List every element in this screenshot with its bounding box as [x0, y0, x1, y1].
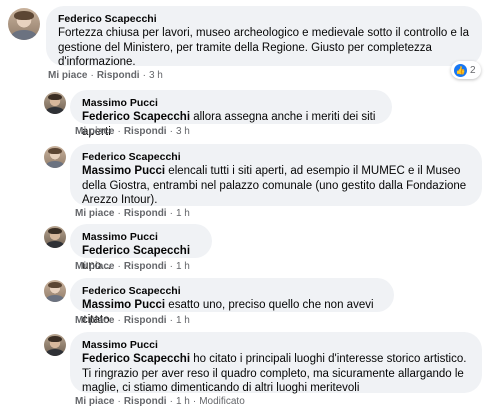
- reply-button[interactable]: Rispondi: [124, 208, 167, 219]
- thumbs-up-icon: 👍: [454, 63, 467, 77]
- comment-time[interactable]: 1 h: [176, 315, 190, 326]
- like-button[interactable]: Mi piace: [75, 261, 114, 272]
- avatar[interactable]: [44, 334, 66, 356]
- avatar[interactable]: [44, 280, 66, 302]
- mention-link[interactable]: Federico Scapecchi: [82, 353, 190, 365]
- like-button[interactable]: Mi piace: [75, 208, 114, 219]
- like-button[interactable]: Mi piace: [75, 126, 114, 137]
- comment-time[interactable]: 3 h: [149, 70, 163, 81]
- comment-author[interactable]: Federico Scapecchi: [82, 285, 382, 298]
- comment-time[interactable]: 1 h: [176, 261, 190, 272]
- comment-bubble: Massimo Pucci Federico Scapecchi ho cita…: [70, 332, 482, 396]
- comment-time[interactable]: 1 h: [176, 396, 190, 407]
- reply-button[interactable]: Rispondi: [97, 70, 140, 81]
- comment-author[interactable]: Federico Scapecchi: [82, 151, 470, 164]
- like-button[interactable]: Mi piace: [75, 396, 114, 407]
- like-button[interactable]: Mi piace: [48, 70, 87, 81]
- comment-actions: Mi piace · Rispondi · 1 h: [75, 261, 190, 272]
- mention-link[interactable]: Federico Scapecchi: [82, 245, 190, 257]
- comment-body: Fortezza chiusa per lavori, museo archeo…: [58, 27, 470, 68]
- reply-button[interactable]: Rispondi: [124, 315, 167, 326]
- comment-actions: Mi piace · Rispondi · 1 h: [75, 208, 190, 219]
- avatar[interactable]: [8, 8, 40, 40]
- comment-bubble: Federico Scapecchi Massimo Pucci esatto …: [70, 278, 394, 326]
- mention-link[interactable]: Federico Scapecchi: [82, 111, 190, 123]
- comment-text: Fortezza chiusa per lavori, museo archeo…: [58, 26, 470, 70]
- reaction-badge[interactable]: 👍 2: [451, 61, 481, 79]
- comment-author[interactable]: Massimo Pucci: [82, 97, 380, 110]
- comment-actions: Mi piace · Rispondi · 3 h: [75, 126, 190, 137]
- comment-actions: Mi piace · Rispondi · 1 h: [75, 315, 190, 326]
- like-button[interactable]: Mi piace: [75, 315, 114, 326]
- comment-time[interactable]: 3 h: [176, 126, 190, 137]
- comment-actions: Mi piace · Rispondi · 3 h: [48, 70, 163, 81]
- avatar[interactable]: [44, 146, 66, 168]
- mention-link[interactable]: Massimo Pucci: [82, 165, 165, 177]
- comment-author[interactable]: Massimo Pucci: [82, 231, 200, 244]
- comment-bubble: Federico Scapecchi Massimo Pucci elencal…: [70, 144, 482, 206]
- comment-author[interactable]: Federico Scapecchi: [58, 13, 470, 26]
- comment-text: Massimo Pucci elencali tutti i siti aper…: [82, 164, 470, 208]
- comment-text: Federico Scapecchi ho citato i principal…: [82, 352, 470, 396]
- avatar[interactable]: [44, 226, 66, 248]
- reply-button[interactable]: Rispondi: [124, 261, 167, 272]
- comment-time[interactable]: 1 h: [176, 208, 190, 219]
- reply-button[interactable]: Rispondi: [124, 396, 167, 407]
- comment-actions: Mi piace · Rispondi · 1 h · Modificato: [75, 396, 245, 407]
- mention-link[interactable]: Massimo Pucci: [82, 299, 165, 311]
- comment-bubble: Massimo Pucci Federico Scapecchi uno...: [70, 224, 212, 272]
- avatar[interactable]: [44, 92, 66, 114]
- comment-bubble: Massimo Pucci Federico Scapecchi allora …: [70, 90, 392, 138]
- comment-bubble: Federico Scapecchi Fortezza chiusa per l…: [46, 6, 482, 68]
- reaction-count: 2: [470, 64, 476, 76]
- edited-label: Modificato: [199, 396, 245, 407]
- reply-button[interactable]: Rispondi: [124, 126, 167, 137]
- comment-author[interactable]: Massimo Pucci: [82, 339, 470, 352]
